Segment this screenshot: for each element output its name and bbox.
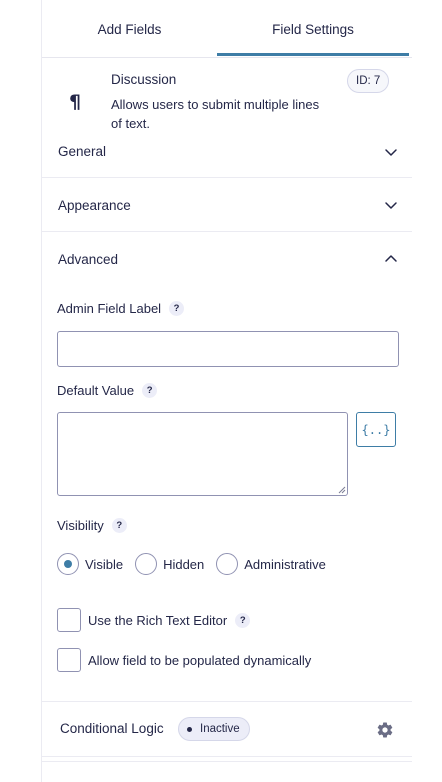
section-general-label: General <box>58 144 107 159</box>
section-advanced-label: Advanced <box>58 252 119 267</box>
help-icon[interactable]: ? <box>111 518 127 533</box>
section-general[interactable]: General <box>42 140 412 178</box>
chevron-up-icon <box>384 252 398 266</box>
radio-visible-label[interactable]: Visible <box>85 557 123 572</box>
visibility-label: Visibility ? <box>57 518 127 533</box>
visibility-text: Visibility <box>57 518 104 533</box>
help-icon[interactable]: ? <box>169 301 185 316</box>
rich-text-text: Use the Rich Text Editor <box>88 612 228 628</box>
chevron-down-icon <box>384 198 398 212</box>
resize-handle-icon[interactable] <box>338 486 346 494</box>
radio-visible[interactable] <box>57 553 79 575</box>
admin-label-label: Admin Field Label ? <box>57 301 185 316</box>
radio-administrative[interactable] <box>216 553 239 575</box>
section-appearance[interactable]: Appearance <box>42 178 412 232</box>
admin-label-text: Admin Field Label <box>57 301 162 316</box>
dynamic-row: Allow field to be populated dynamically <box>57 648 311 672</box>
help-icon[interactable]: ? <box>142 383 158 398</box>
admin-label-input[interactable] <box>57 331 399 367</box>
tab-add-fields[interactable]: Add Fields <box>42 0 217 58</box>
divider <box>42 761 412 762</box>
merge-tag-button[interactable]: {..} <box>356 412 396 447</box>
field-title: Discussion <box>111 72 177 87</box>
default-value-text: Default Value <box>57 383 135 398</box>
conditional-logic-label: Conditional Logic <box>60 721 164 736</box>
rich-text-row: Use the Rich Text Editor ? <box>57 608 251 632</box>
gear-icon[interactable] <box>376 721 394 739</box>
conditional-status-text: Inactive <box>200 723 240 735</box>
field-description: Allows users to submit multiple lines of… <box>111 97 320 131</box>
dynamic-checkbox[interactable] <box>57 648 81 672</box>
default-value-label: Default Value ? <box>57 383 158 398</box>
radio-administrative-label[interactable]: Administrative <box>244 557 326 572</box>
field-header: ¶ Discussion Allows users to submit mult… <box>42 58 412 140</box>
conditional-logic-section: Conditional Logic Inactive <box>42 701 412 757</box>
field-settings-panel: Add Fields Field Settings ¶ Discussion A… <box>41 0 412 782</box>
dynamic-label[interactable]: Allow field to be populated dynamically <box>88 653 311 668</box>
tab-field-settings[interactable]: Field Settings <box>217 0 409 58</box>
radio-hidden[interactable] <box>135 553 158 575</box>
rich-text-label[interactable]: Use the Rich Text Editor ? <box>88 612 251 628</box>
tab-bar: Add Fields Field Settings <box>42 0 412 58</box>
rich-text-checkbox[interactable] <box>57 608 81 632</box>
paragraph-icon: ¶ <box>69 91 82 113</box>
active-tab-indicator <box>217 53 409 56</box>
visibility-radio-group: Visible Hidden Administrative <box>57 552 338 576</box>
chevron-down-icon <box>384 145 398 159</box>
conditional-status-badge[interactable]: Inactive <box>178 717 250 741</box>
radio-hidden-label[interactable]: Hidden <box>163 557 204 572</box>
field-id-badge: ID: 7 <box>347 69 390 93</box>
help-icon[interactable]: ? <box>235 612 251 628</box>
section-advanced[interactable]: Advanced <box>42 232 412 286</box>
default-value-textarea[interactable] <box>57 412 348 496</box>
section-appearance-label: Appearance <box>58 198 131 213</box>
status-dot-icon <box>187 726 192 732</box>
